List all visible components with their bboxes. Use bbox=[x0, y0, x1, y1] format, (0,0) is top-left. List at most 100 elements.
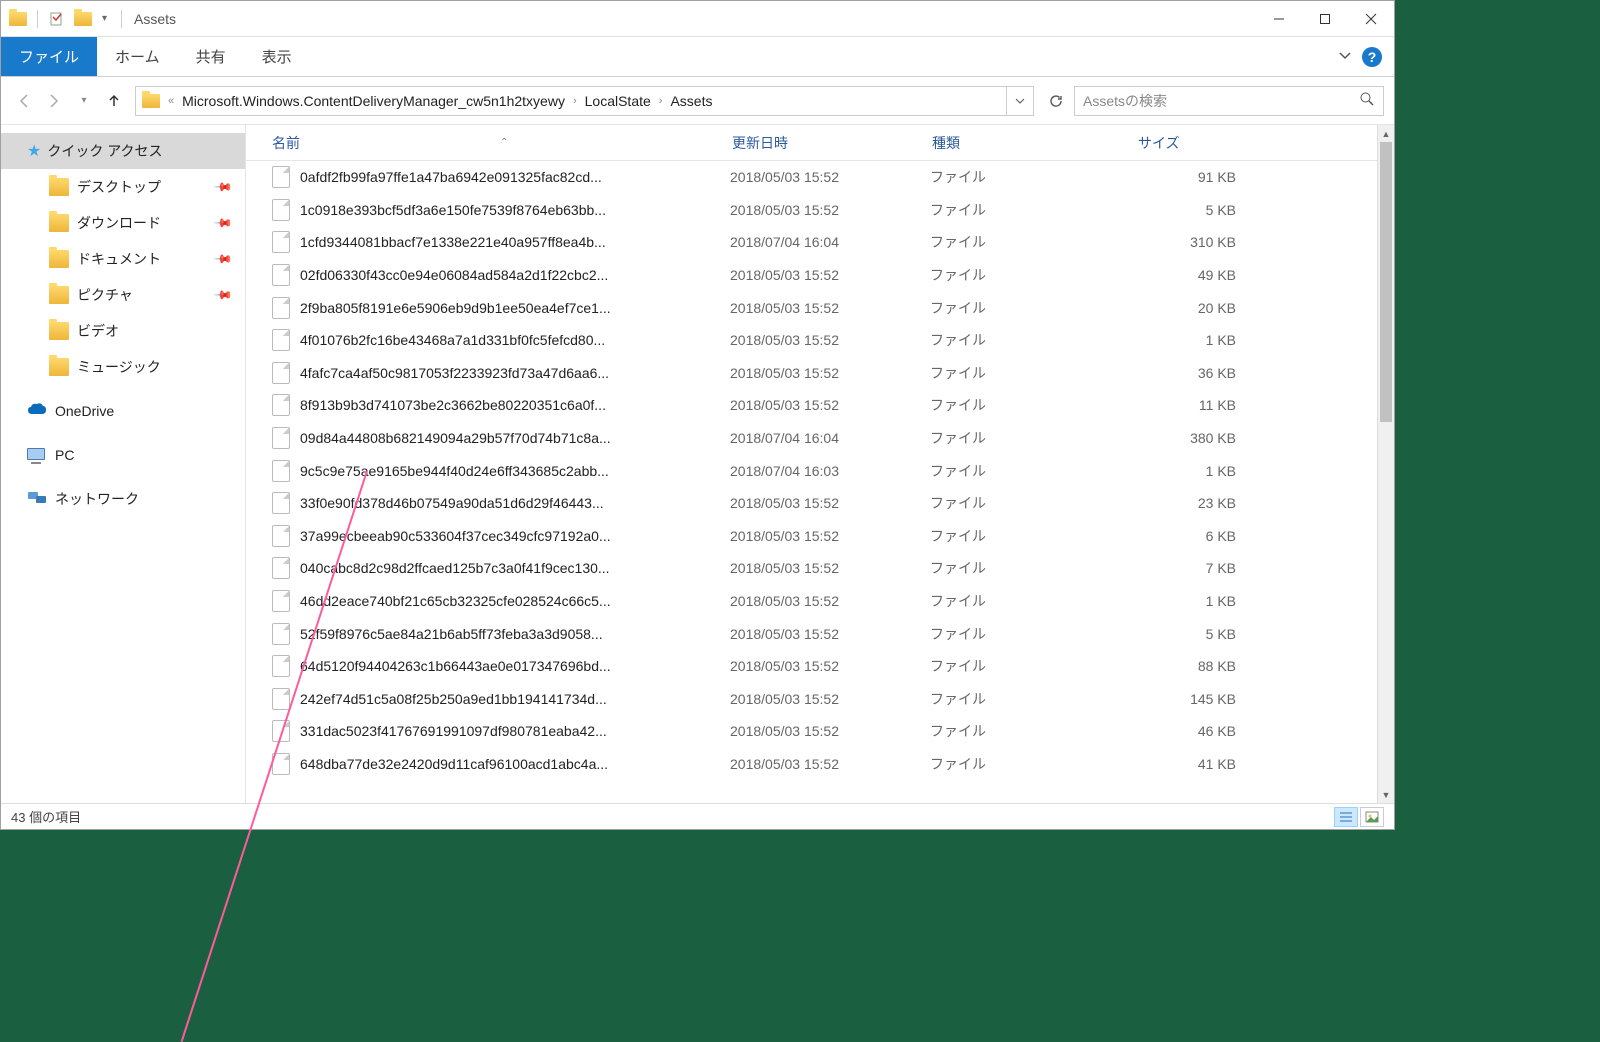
file-date: 2018/05/03 15:52 bbox=[730, 397, 930, 413]
nav-up-button[interactable] bbox=[101, 88, 127, 114]
file-row[interactable]: 4f01076b2fc16be43468a7a1d331bf0fc5fefcd8… bbox=[246, 324, 1394, 357]
sidebar-onedrive[interactable]: OneDrive bbox=[1, 393, 245, 429]
file-type: ファイル bbox=[930, 461, 1136, 481]
search-input[interactable]: Assetsの検索 bbox=[1074, 86, 1384, 116]
nav-back-button[interactable] bbox=[11, 88, 37, 114]
file-type: ファイル bbox=[930, 591, 1136, 611]
file-row[interactable]: 040cabc8d2c98d2ffcaed125b7c3a0f41f9cec13… bbox=[246, 552, 1394, 585]
chevron-right-icon[interactable]: › bbox=[571, 95, 579, 107]
file-row[interactable]: 33f0e90fd378d46b07549a90da51d6d29f46443.… bbox=[246, 487, 1394, 520]
file-size: 380 KB bbox=[1136, 430, 1236, 446]
file-type: ファイル bbox=[930, 167, 1136, 187]
file-icon bbox=[272, 623, 290, 645]
address-dropdown-icon[interactable] bbox=[1006, 87, 1033, 115]
file-type: ファイル bbox=[930, 428, 1136, 448]
column-type[interactable]: 種類 bbox=[932, 133, 1138, 153]
file-name: 46dd2eace740bf21c65cb32325cfe028524c66c5… bbox=[300, 593, 730, 609]
file-size: 5 KB bbox=[1136, 626, 1236, 642]
file-date: 2018/05/03 15:52 bbox=[730, 756, 930, 772]
file-row[interactable]: 8f913b9b3d741073be2c3662be80220351c6a0f.… bbox=[246, 389, 1394, 422]
column-size[interactable]: サイズ bbox=[1138, 133, 1268, 153]
view-details-button[interactable] bbox=[1334, 807, 1358, 827]
content: 名前 ⌃ 更新日時 種類 サイズ 0afdf2fb99fa97ffe1a47ba… bbox=[246, 125, 1394, 803]
tab-view[interactable]: 表示 bbox=[244, 37, 310, 76]
scroll-down-icon[interactable]: ▼ bbox=[1378, 786, 1394, 803]
sidebar-pc[interactable]: PC bbox=[1, 437, 245, 473]
close-button[interactable] bbox=[1348, 3, 1394, 35]
address-bar[interactable]: « Microsoft.Windows.ContentDeliveryManag… bbox=[135, 86, 1034, 116]
qat-dropdown-icon[interactable]: ▾ bbox=[98, 13, 111, 24]
file-icon bbox=[272, 264, 290, 286]
file-row[interactable]: 648dba77de32e2420d9d11caf96100acd1abc4a.… bbox=[246, 748, 1394, 781]
file-row[interactable]: 37a99ecbeeab90c533604f37cec349cfc97192a0… bbox=[246, 520, 1394, 553]
file-row[interactable]: 2f9ba805f8191e6e5906eb9d9b1ee50ea4ef7ce1… bbox=[246, 291, 1394, 324]
file-name: 040cabc8d2c98d2ffcaed125b7c3a0f41f9cec13… bbox=[300, 560, 730, 576]
file-row[interactable]: 02fd06330f43cc0e94e06084ad584a2d1f22cbc2… bbox=[246, 259, 1394, 292]
tab-share[interactable]: 共有 bbox=[178, 37, 244, 76]
nav-recent-dropdown-icon[interactable]: ▾ bbox=[71, 88, 97, 114]
file-size: 49 KB bbox=[1136, 267, 1236, 283]
scrollbar-vertical[interactable]: ▲ ▼ bbox=[1377, 125, 1394, 803]
ribbon-expand-icon[interactable] bbox=[1338, 48, 1352, 65]
pin-icon: 📌 bbox=[213, 177, 233, 197]
view-large-icons-button[interactable] bbox=[1360, 807, 1384, 827]
nav-forward-button[interactable] bbox=[41, 88, 67, 114]
folder-icon bbox=[49, 250, 69, 268]
sidebar-music[interactable]: ミュージック bbox=[1, 349, 245, 385]
breadcrumb-part[interactable]: Assets bbox=[664, 87, 718, 115]
scrollbar-thumb[interactable] bbox=[1380, 142, 1392, 422]
file-size: 1 KB bbox=[1136, 593, 1236, 609]
file-size: 41 KB bbox=[1136, 756, 1236, 772]
file-date: 2018/07/04 16:04 bbox=[730, 234, 930, 250]
sidebar-item-label: ダウンロード bbox=[77, 213, 161, 233]
file-type: ファイル bbox=[930, 395, 1136, 415]
minimize-button[interactable] bbox=[1256, 3, 1302, 35]
file-date: 2018/05/03 15:52 bbox=[730, 723, 930, 739]
refresh-button[interactable] bbox=[1042, 87, 1070, 115]
navbar: ▾ « Microsoft.Windows.ContentDeliveryMan… bbox=[1, 77, 1394, 125]
file-icon bbox=[272, 199, 290, 221]
breadcrumb-part[interactable]: LocalState bbox=[579, 87, 657, 115]
help-icon[interactable]: ? bbox=[1362, 47, 1382, 67]
file-size: 11 KB bbox=[1136, 397, 1236, 413]
file-row[interactable]: 1cfd9344081bbacf7e1338e221e40a957ff8ea4b… bbox=[246, 226, 1394, 259]
file-type: ファイル bbox=[930, 558, 1136, 578]
qat-properties-icon[interactable] bbox=[46, 8, 68, 30]
network-icon bbox=[27, 489, 47, 509]
file-row[interactable]: 4fafc7ca4af50c9817053f2233923fd73a47d6aa… bbox=[246, 357, 1394, 390]
tab-file[interactable]: ファイル bbox=[1, 37, 97, 76]
sidebar-quick-access[interactable]: ★ クイック アクセス bbox=[1, 133, 245, 169]
file-row[interactable]: 09d84a44808b682149094a29b57f70d74b71c8a.… bbox=[246, 422, 1394, 455]
sidebar-pictures[interactable]: ピクチャ 📌 bbox=[1, 277, 245, 313]
maximize-button[interactable] bbox=[1302, 3, 1348, 35]
file-name: 02fd06330f43cc0e94e06084ad584a2d1f22cbc2… bbox=[300, 267, 730, 283]
tab-home[interactable]: ホーム bbox=[97, 37, 178, 76]
column-date[interactable]: 更新日時 bbox=[732, 133, 932, 153]
file-row[interactable]: 0afdf2fb99fa97ffe1a47ba6942e091325fac82c… bbox=[246, 161, 1394, 194]
statusbar: 43 個の項目 bbox=[1, 803, 1394, 829]
sidebar-network[interactable]: ネットワーク bbox=[1, 481, 245, 517]
sidebar-documents[interactable]: ドキュメント 📌 bbox=[1, 241, 245, 277]
file-row[interactable]: 9c5c9e75ae9165be944f40d24e6ff343685c2abb… bbox=[246, 454, 1394, 487]
file-row[interactable]: 64d5120f94404263c1b66443ae0e017347696bd.… bbox=[246, 650, 1394, 683]
search-icon[interactable] bbox=[1359, 91, 1375, 110]
pin-icon: 📌 bbox=[213, 213, 233, 233]
sidebar-desktop[interactable]: デスクトップ 📌 bbox=[1, 169, 245, 205]
sidebar-videos[interactable]: ビデオ bbox=[1, 313, 245, 349]
file-row[interactable]: 331dac5023f4176769199109​7df980781eaba42… bbox=[246, 715, 1394, 748]
qat-newfolder-icon[interactable] bbox=[72, 8, 94, 30]
file-row[interactable]: 52f59f8976c5ae84a21b6ab5ff73feba3a3d9058… bbox=[246, 617, 1394, 650]
file-row[interactable]: 242ef74d51c5a08f25b250a9ed1bb194141734d.… bbox=[246, 683, 1394, 716]
file-row[interactable]: 1c0918e393bcf5df3a6e150fe7539f8764eb63bb… bbox=[246, 194, 1394, 227]
file-icon bbox=[272, 362, 290, 384]
file-row[interactable]: 46dd2eace740bf21c65cb32325cfe028524c66c5… bbox=[246, 585, 1394, 618]
folder-icon bbox=[49, 214, 69, 232]
column-name[interactable]: 名前 ⌃ bbox=[272, 133, 732, 153]
breadcrumb-part[interactable]: Microsoft.Windows.ContentDeliveryManager… bbox=[176, 87, 571, 115]
file-type: ファイル bbox=[930, 265, 1136, 285]
folder-icon bbox=[49, 178, 69, 196]
scroll-up-icon[interactable]: ▲ bbox=[1378, 125, 1394, 142]
chevron-right-icon[interactable]: › bbox=[657, 95, 665, 107]
file-date: 2018/05/03 15:52 bbox=[730, 560, 930, 576]
sidebar-downloads[interactable]: ダウンロード 📌 bbox=[1, 205, 245, 241]
